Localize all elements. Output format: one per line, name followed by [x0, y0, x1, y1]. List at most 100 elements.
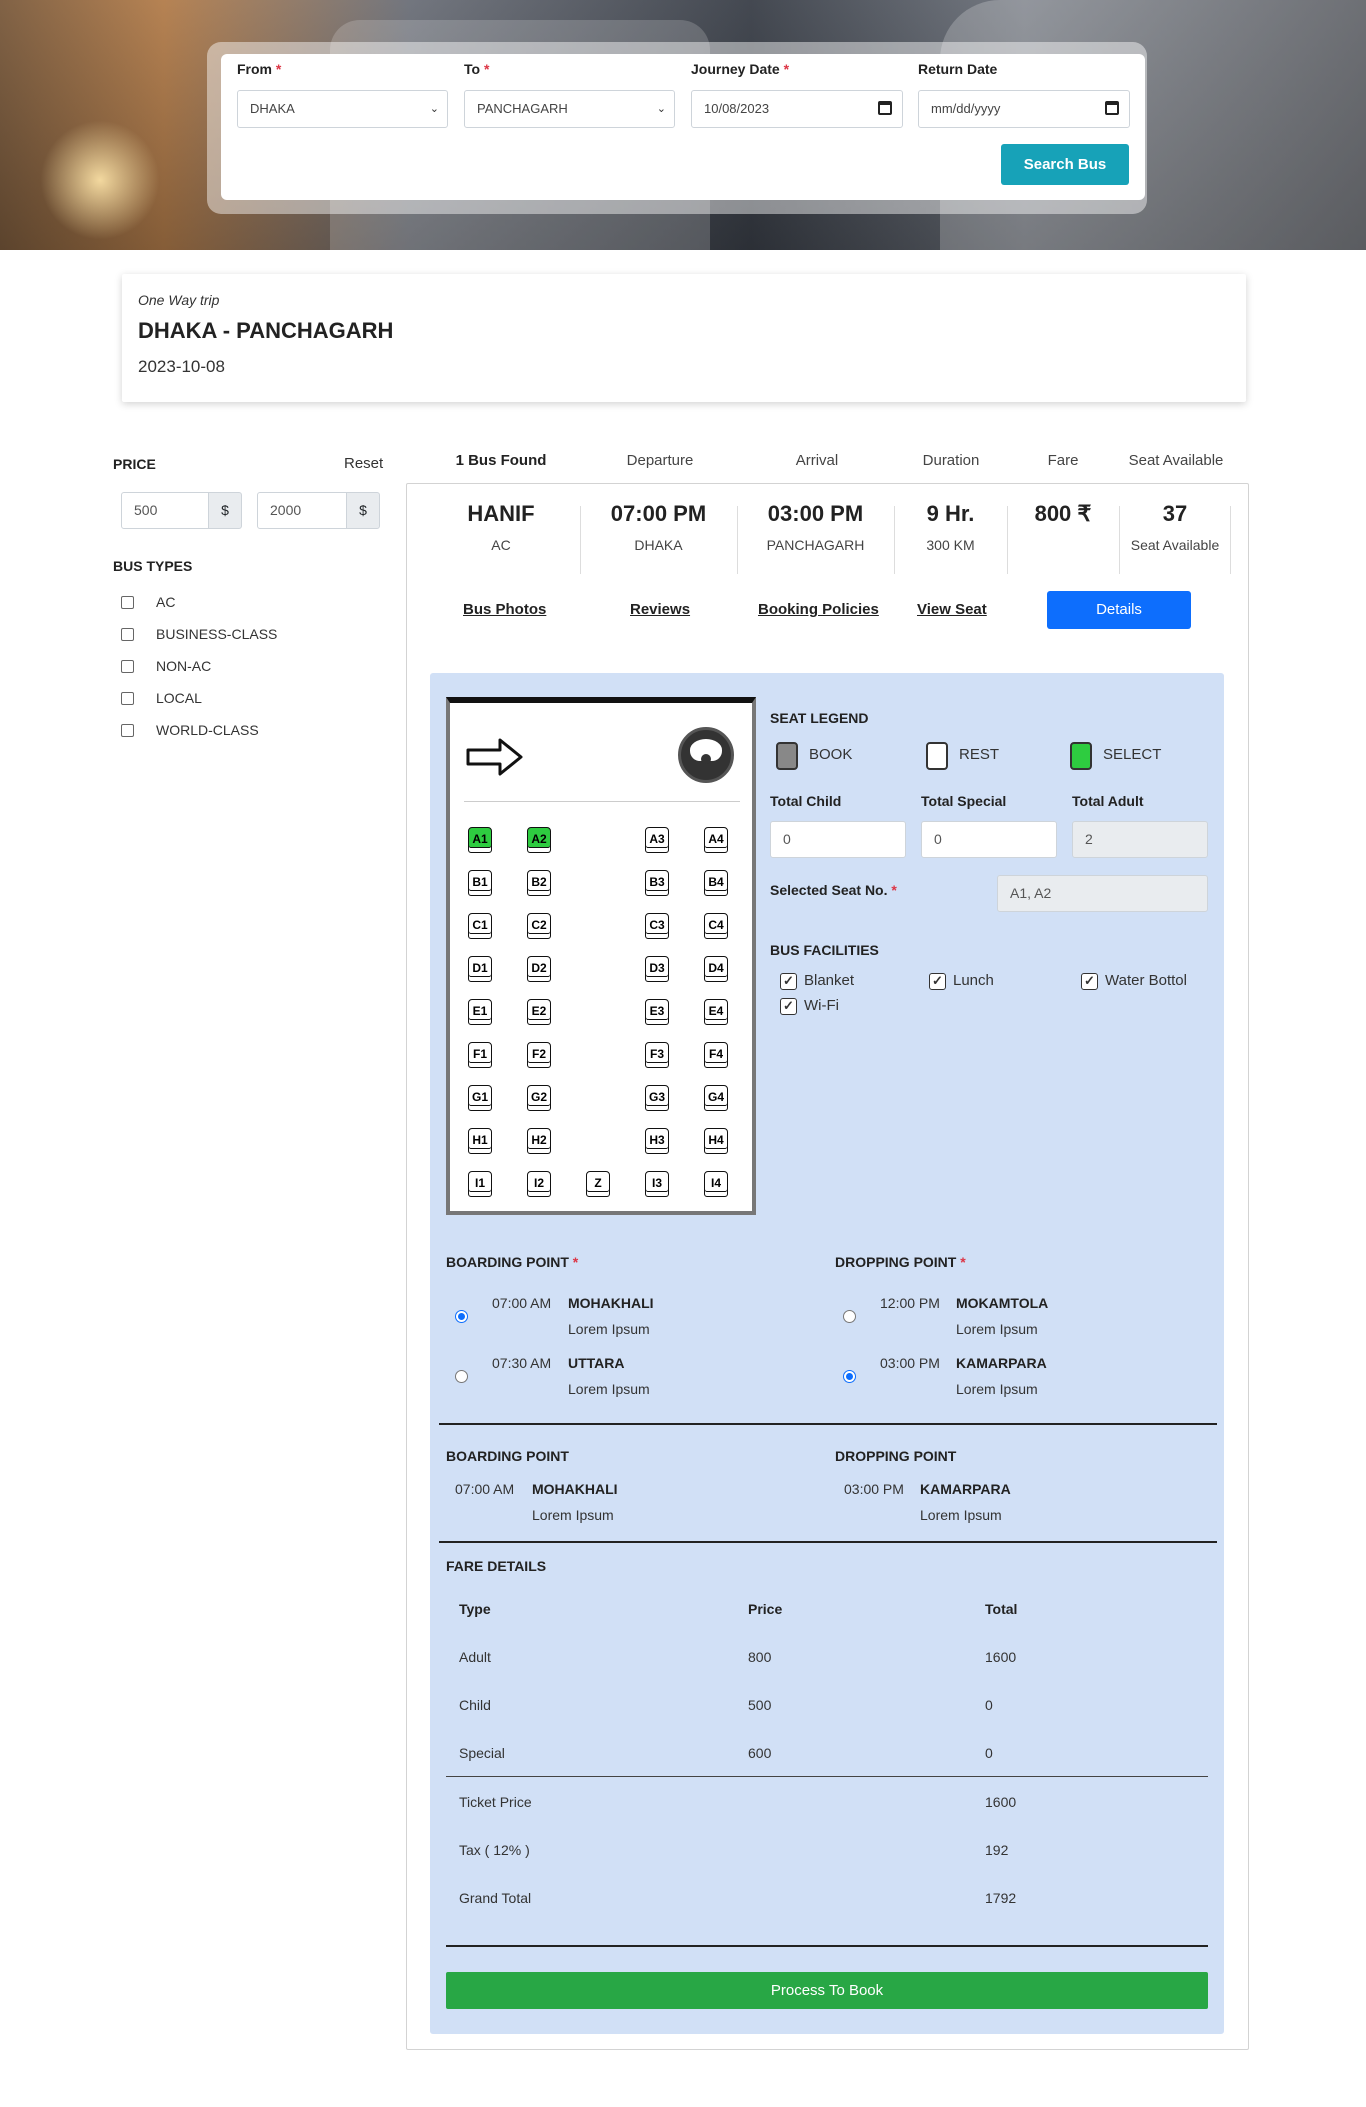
process-to-book-button[interactable]: Process To Book: [446, 1972, 1208, 2009]
boarding-desc: Lorem Ipsum: [568, 1321, 650, 1337]
seat-c4[interactable]: C4: [704, 913, 728, 939]
selected-seat-icon: [1070, 742, 1092, 770]
reset-filter-link[interactable]: Reset: [344, 455, 383, 472]
fare-row-type: Adult: [459, 1649, 491, 1665]
arrival-cell: 03:00 PM PANCHAGARH: [766, 501, 865, 553]
seat-e1[interactable]: E1: [468, 999, 492, 1025]
seat-i1[interactable]: I1: [468, 1171, 492, 1197]
summary-dropping-name: KAMARPARA: [920, 1481, 1011, 1497]
seat-i2[interactable]: I2: [527, 1171, 551, 1197]
fare-col-price: Price: [748, 1601, 783, 1617]
to-label: To *: [464, 61, 490, 77]
trip-date: 2023-10-08: [138, 357, 225, 376]
seat-a1[interactable]: A1: [468, 827, 492, 853]
seat-h3[interactable]: H3: [645, 1128, 669, 1154]
seat-g3[interactable]: G3: [645, 1085, 669, 1111]
details-button[interactable]: Details: [1047, 591, 1191, 629]
tab-booking-policies[interactable]: Booking Policies: [758, 601, 879, 618]
seat-g2[interactable]: G2: [527, 1085, 551, 1111]
checkbox[interactable]: [121, 628, 134, 641]
seat-available-header[interactable]: Seat Available: [1116, 452, 1236, 469]
boarding-radio[interactable]: [455, 1310, 468, 1323]
ticket-price-value: 1600: [985, 1794, 1017, 1810]
seat-d4[interactable]: D4: [704, 956, 728, 982]
seat-b3[interactable]: B3: [645, 870, 669, 896]
seats-cell: 37 Seat Available: [1130, 501, 1220, 553]
checkbox[interactable]: [121, 724, 134, 737]
dropping-time: 12:00 PM: [880, 1295, 940, 1311]
driver-divider: [464, 801, 740, 802]
seat-g1[interactable]: G1: [468, 1085, 492, 1111]
seat-a2[interactable]: A2: [527, 827, 551, 853]
seat-d1[interactable]: D1: [468, 956, 492, 982]
return-date-input[interactable]: mm/dd/yyyy: [918, 90, 1130, 128]
calendar-icon[interactable]: [878, 101, 892, 115]
seat-e2[interactable]: E2: [527, 999, 551, 1025]
check-icon: ✓: [780, 973, 797, 990]
from-select[interactable]: DHAKA ⌄: [237, 90, 448, 128]
seat-b2[interactable]: B2: [527, 870, 551, 896]
seat-e4[interactable]: E4: [704, 999, 728, 1025]
fare-header[interactable]: Fare: [1013, 452, 1113, 469]
total-child-input[interactable]: 0: [770, 821, 906, 858]
check-icon: ✓: [929, 973, 946, 990]
tab-view-seat[interactable]: View Seat: [917, 601, 987, 618]
journey-date-input[interactable]: 10/08/2023: [691, 90, 903, 128]
divider: [439, 1541, 1217, 1543]
checkbox[interactable]: [121, 660, 134, 673]
boarding-desc: Lorem Ipsum: [568, 1381, 650, 1397]
tab-reviews[interactable]: Reviews: [630, 601, 690, 618]
total-special-input[interactable]: 0: [921, 821, 1057, 858]
seat-c3[interactable]: C3: [645, 913, 669, 939]
to-select[interactable]: PANCHAGARH ⌄: [464, 90, 675, 128]
boarding-name: MOHAKHALI: [568, 1295, 654, 1311]
seat-c2[interactable]: C2: [527, 913, 551, 939]
seat-z[interactable]: Z: [586, 1171, 610, 1197]
bus-found-count: 1 Bus Found: [455, 452, 547, 469]
seat-f3[interactable]: F3: [645, 1042, 669, 1068]
calendar-icon[interactable]: [1105, 101, 1119, 115]
checkbox[interactable]: [121, 596, 134, 609]
dropping-desc: Lorem Ipsum: [956, 1381, 1038, 1397]
departure-header[interactable]: Departure: [580, 452, 740, 469]
seat-f2[interactable]: F2: [527, 1042, 551, 1068]
check-icon: ✓: [1081, 973, 1098, 990]
fare-cell: 800 ₹: [1034, 501, 1092, 526]
seat-f1[interactable]: F1: [468, 1042, 492, 1068]
seat-h1[interactable]: H1: [468, 1128, 492, 1154]
seat-i3[interactable]: I3: [645, 1171, 669, 1197]
seat-d3[interactable]: D3: [645, 956, 669, 982]
bus-name-cell: HANIF AC: [467, 501, 535, 553]
duration-header[interactable]: Duration: [880, 452, 1022, 469]
min-price-input[interactable]: 500: [121, 492, 209, 529]
boarding-radio[interactable]: [455, 1370, 468, 1383]
checkbox[interactable]: [121, 692, 134, 705]
seat-e3[interactable]: E3: [645, 999, 669, 1025]
departure-cell: 07:00 PM DHAKA: [610, 501, 707, 553]
boarding-time: 07:00 AM: [492, 1295, 552, 1311]
tab-bus-photos[interactable]: Bus Photos: [463, 601, 546, 618]
boarding-time: 07:30 AM: [492, 1355, 552, 1371]
seat-a3[interactable]: A3: [645, 827, 669, 853]
seat-h2[interactable]: H2: [527, 1128, 551, 1154]
dropping-radio[interactable]: [843, 1310, 856, 1323]
seat-f4[interactable]: F4: [704, 1042, 728, 1068]
seat-g4[interactable]: G4: [704, 1085, 728, 1111]
arrival-header[interactable]: Arrival: [737, 452, 897, 469]
summary-boarding-name: MOHAKHALI: [532, 1481, 618, 1497]
total-child-label: Total Child: [770, 793, 842, 809]
seat-b1[interactable]: B1: [468, 870, 492, 896]
max-price-input[interactable]: 2000: [257, 492, 347, 529]
divider: [446, 1776, 1208, 1777]
seat-a4[interactable]: A4: [704, 827, 728, 853]
check-icon: ✓: [780, 998, 797, 1015]
seat-c1[interactable]: C1: [468, 913, 492, 939]
seat-i4[interactable]: I4: [704, 1171, 728, 1197]
search-bus-button[interactable]: Search Bus: [1001, 144, 1129, 185]
grand-total-label: Grand Total: [459, 1890, 532, 1906]
seat-h4[interactable]: H4: [704, 1128, 728, 1154]
fare-col-type: Type: [459, 1601, 491, 1617]
seat-d2[interactable]: D2: [527, 956, 551, 982]
dropping-radio[interactable]: [843, 1370, 856, 1383]
seat-b4[interactable]: B4: [704, 870, 728, 896]
